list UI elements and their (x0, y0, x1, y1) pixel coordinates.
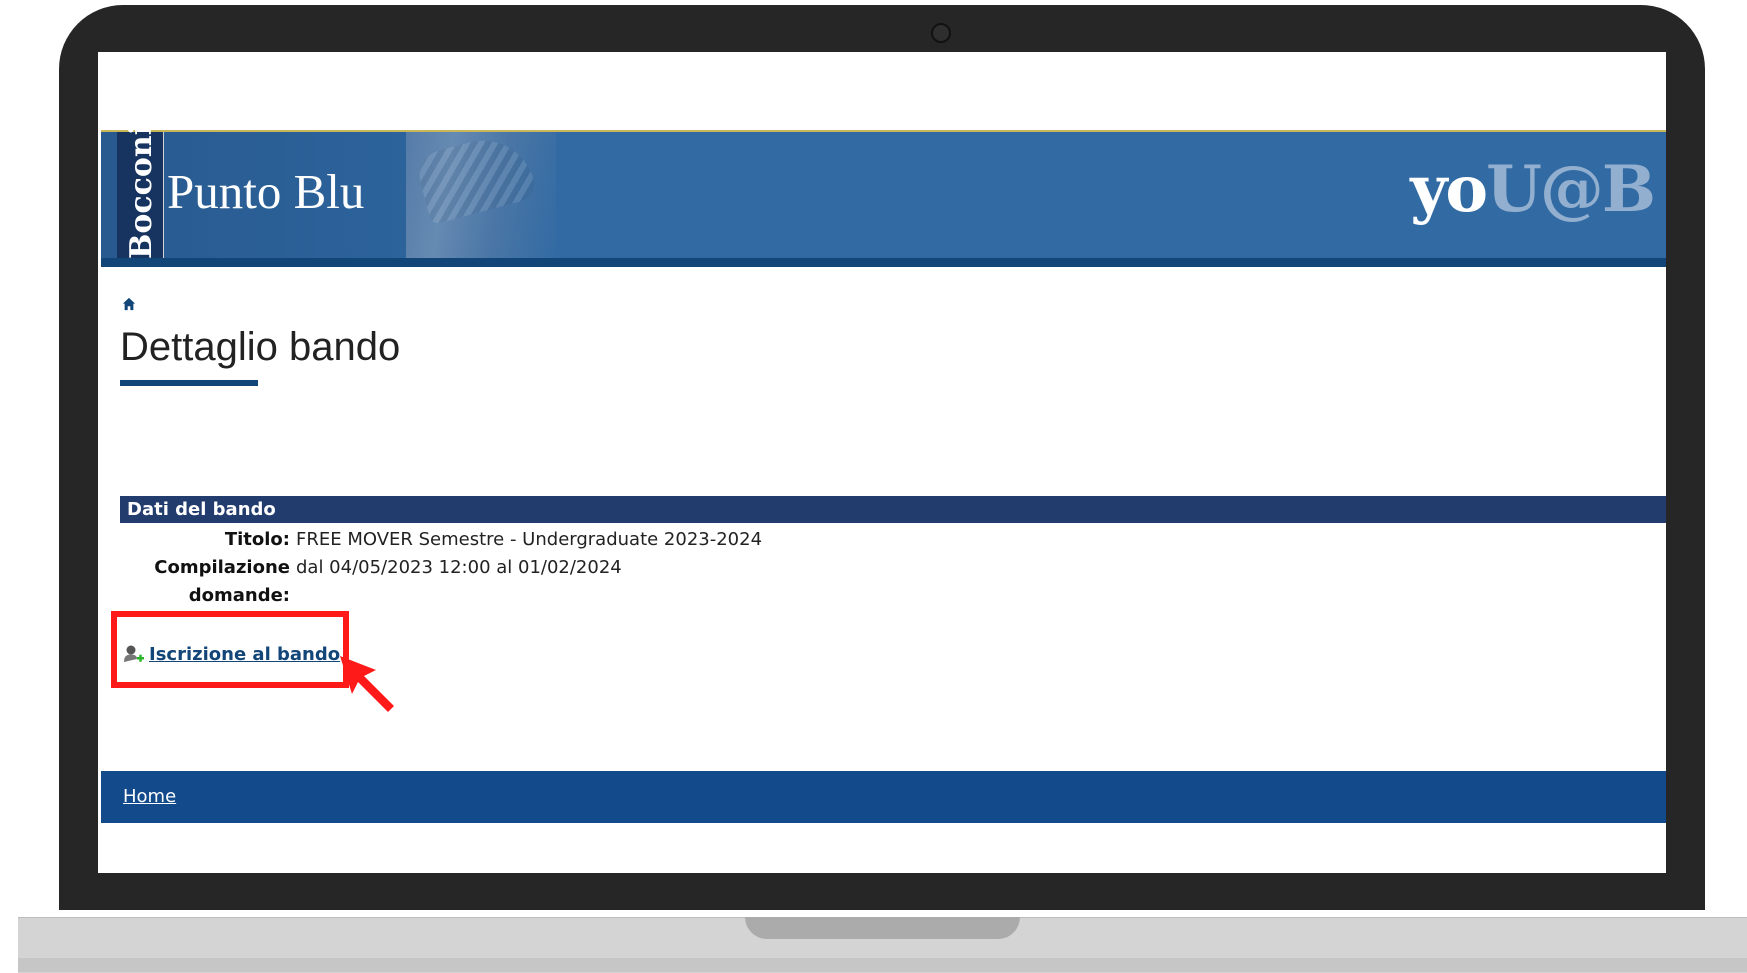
page-title: Dettaglio bando (120, 325, 401, 369)
punto-blu-logo: Punto Blu (167, 164, 365, 219)
field-value-titolo: FREE MOVER Semestre - Undergraduate 2023… (296, 529, 763, 550)
banner-bottom-bar (101, 258, 1666, 267)
laptop-base-edge (18, 958, 1747, 972)
red-arrow-icon (340, 656, 394, 712)
title-underline (120, 380, 258, 386)
field-value-compilazione: dal 04/05/2023 12:00 al 01/02/2024 (296, 557, 622, 578)
browser-screen: Bocconi Punto Blu yoU@B Dettaglio bando … (98, 52, 1666, 873)
field-label-titolo: Titolo: (224, 529, 290, 550)
youab-logo: yoU@B (1410, 150, 1656, 230)
header-banner: Bocconi Punto Blu yoU@B (101, 123, 1666, 259)
camera-icon (931, 23, 951, 43)
footer-home-link[interactable]: Home (123, 784, 176, 810)
bocconi-logo-text: Bocconi (124, 123, 159, 259)
highlight-box (111, 611, 349, 688)
youab-logo-yo: yo (1410, 152, 1488, 227)
field-label-domande: domande: (188, 585, 290, 606)
bocconi-strip: Bocconi (117, 123, 164, 259)
field-label-compilazione: Compilazione (154, 557, 290, 578)
home-icon[interactable] (122, 297, 136, 311)
footer-bar: Home (101, 771, 1666, 823)
youab-logo-uab: U@B (1486, 152, 1656, 227)
laptop-notch (745, 917, 1020, 939)
section-header: Dati del bando (120, 496, 1666, 523)
